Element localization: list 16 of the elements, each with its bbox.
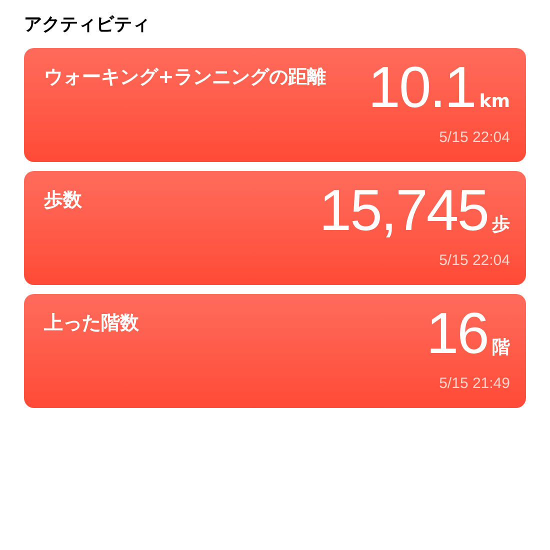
activity-card[interactable]: 歩数 15,745 歩 5/15 22:04 xyxy=(24,171,526,285)
metric-value: 10.1 xyxy=(368,54,476,122)
card-title: 上った階数 xyxy=(44,311,140,336)
metric-unit: 階 xyxy=(492,336,510,360)
activity-card[interactable]: 上った階数 16 階 5/15 21:49 xyxy=(24,294,526,408)
metric-unit: km xyxy=(479,90,510,114)
timestamp: 5/15 21:49 xyxy=(439,374,510,394)
card-title: ウォーキング+ランニングの距離 xyxy=(44,65,327,90)
metric-value: 15,745 xyxy=(319,177,488,245)
metric-unit: 歩 xyxy=(492,213,510,237)
section-title: アクティビティ xyxy=(24,13,151,37)
timestamp: 5/15 22:04 xyxy=(439,251,510,271)
card-title: 歩数 xyxy=(44,188,83,213)
activity-card[interactable]: ウォーキング+ランニングの距離 10.1 km 5/15 22:04 xyxy=(24,48,526,162)
metric-value: 16 xyxy=(426,300,488,368)
timestamp: 5/15 22:04 xyxy=(439,128,510,148)
